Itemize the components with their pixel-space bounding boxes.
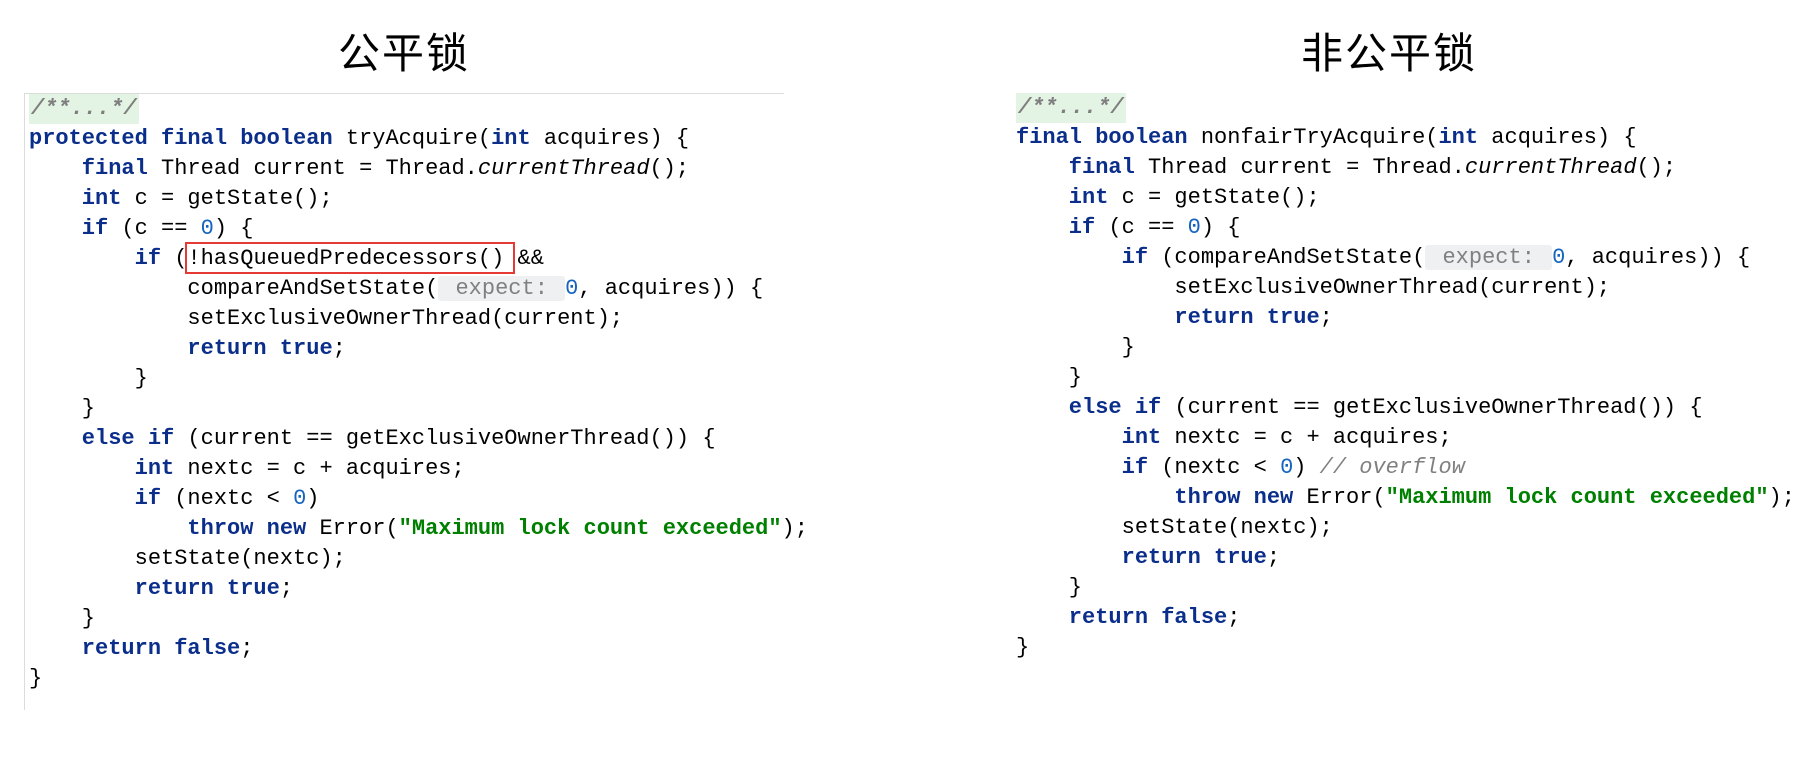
inline-hint: expect: [438,276,565,301]
fair-lock-code: /**...*/ protected final boolean tryAcqu… [29,94,780,694]
fair-lock-title: 公平锁 [24,20,784,81]
inline-hint: expect: [1425,245,1552,270]
highlighted-call: !hasQueuedPredecessors() [187,246,504,271]
doc-comment: /**...*/ [1016,93,1126,123]
nonfair-lock-codebox: /**...*/ final boolean nonfairTryAcquire… [1004,93,1774,679]
fair-lock-panel: 公平锁 /**...*/ protected final boolean try… [24,0,784,758]
nonfair-lock-title: 非公平锁 [1004,20,1774,81]
nonfair-lock-code: /**...*/ final boolean nonfairTryAcquire… [1016,93,1770,663]
doc-comment: /**...*/ [29,94,139,124]
nonfair-lock-panel: 非公平锁 /**...*/ final boolean nonfairTryAc… [1004,0,1774,758]
fair-lock-codebox: /**...*/ protected final boolean tryAcqu… [24,93,784,710]
